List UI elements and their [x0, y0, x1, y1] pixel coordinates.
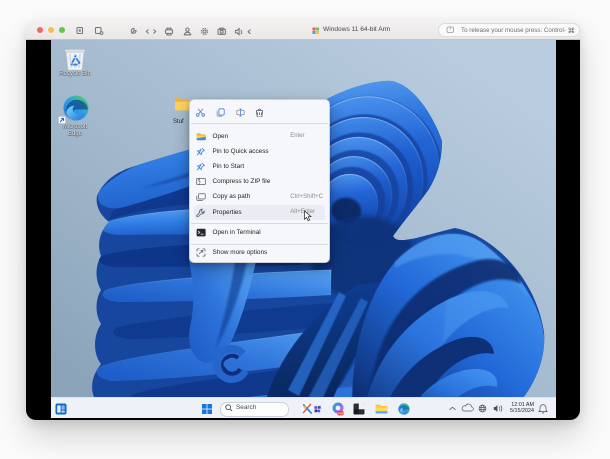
- svg-text:PRI: PRI: [338, 411, 343, 415]
